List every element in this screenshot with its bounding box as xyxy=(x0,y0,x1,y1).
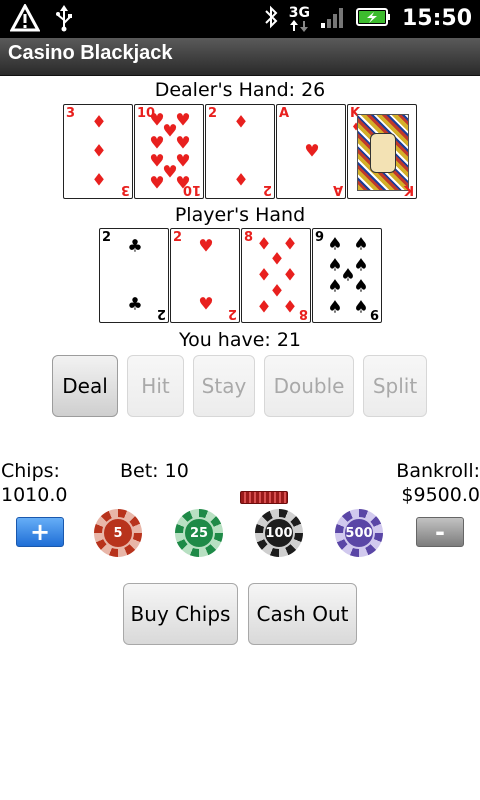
decrease-bet-button[interactable]: - xyxy=(416,517,464,547)
heart-icon: ♥ xyxy=(304,141,320,162)
buy-chips-button[interactable]: Buy Chips xyxy=(123,583,238,645)
signal-icon xyxy=(320,4,346,34)
warning-icon xyxy=(9,2,41,36)
spade-icon: ♠ xyxy=(327,234,343,255)
card-rank: K xyxy=(403,182,414,197)
spade-icon: ♠ xyxy=(353,255,369,276)
player-total: You have: 21 xyxy=(178,329,302,351)
chip-value: 100 xyxy=(263,517,295,549)
spade-icon: ♠ xyxy=(327,276,343,297)
diamond-icon: ♦ xyxy=(282,265,298,286)
king-face-image xyxy=(357,114,409,191)
hit-button[interactable]: Hit xyxy=(127,355,184,417)
diamond-icon: ♦ xyxy=(233,112,249,133)
chip-25[interactable]: 25 xyxy=(175,509,223,557)
diamond-icon: ♦ xyxy=(282,297,298,318)
diamond-icon: ♦ xyxy=(256,297,272,318)
data-3g-icon: 3G xyxy=(289,6,310,32)
diamond-icon: ♦ xyxy=(233,170,249,191)
player-card: 2 ♣ ♣ 2 xyxy=(99,228,169,323)
spade-icon: ♠ xyxy=(327,297,343,318)
card-rank: 9 xyxy=(315,230,325,245)
spade-icon: ♠ xyxy=(353,276,369,297)
player-card: 8 ♦ ♦ ♦ ♦ ♦ ♦ ♦ ♦ 8 xyxy=(241,228,311,323)
status-bar: 3G 15:50 xyxy=(0,0,480,38)
dealer-card: 2 ♦ ♦ 2 xyxy=(205,104,275,199)
dealer-card: A ♥ A xyxy=(276,104,346,199)
card-rank: 3 xyxy=(66,106,76,121)
status-right-icons: 3G 15:50 xyxy=(263,3,472,35)
dealer-cards: 3 ♦ ♦ ♦ 3 10 ♥ ♥ ♥ ♥ ♥ ♥ ♥ ♥ ♥ ♥ 10 2 ♦ … xyxy=(63,104,417,199)
clock: 15:50 xyxy=(401,6,472,31)
chip-100[interactable]: 100 xyxy=(255,509,303,557)
dealer-card: K ♦ K xyxy=(347,104,417,199)
card-rank: 2 xyxy=(227,306,237,321)
chips-label: Chips: xyxy=(1,460,60,482)
card-rank: 8 xyxy=(298,306,308,321)
chips-value: 1010.0 xyxy=(1,484,68,506)
chip-500[interactable]: 500 xyxy=(335,509,383,557)
bankroll-label: Bankroll: xyxy=(396,460,480,482)
player-card: 2 ♥ ♥ 2 xyxy=(170,228,240,323)
deal-button[interactable]: Deal xyxy=(52,355,118,417)
chip-value: 5 xyxy=(102,517,134,549)
card-rank: 2 xyxy=(156,306,166,321)
player-cards: 2 ♣ ♣ 2 2 ♥ ♥ 2 8 ♦ ♦ ♦ ♦ ♦ ♦ ♦ ♦ 8 9 ♠ … xyxy=(99,228,382,323)
heart-icon: ♥ xyxy=(149,173,165,194)
usb-icon xyxy=(54,4,74,36)
cash-out-button[interactable]: Cash Out xyxy=(248,583,357,645)
card-rank: 3 xyxy=(120,182,130,197)
stay-button[interactable]: Stay xyxy=(193,355,255,417)
card-rank: 2 xyxy=(173,230,183,245)
dealer-card: 3 ♦ ♦ ♦ 3 xyxy=(63,104,133,199)
battery-icon xyxy=(355,6,392,32)
bet-amount: Bet: 10 xyxy=(120,460,189,482)
dealer-hand-label: Dealer's Hand: 26 xyxy=(154,79,326,101)
bet-chip-stack-icon xyxy=(240,491,288,504)
card-rank: A xyxy=(332,182,343,197)
spade-icon: ♠ xyxy=(353,234,369,255)
heart-icon: ♥ xyxy=(175,133,191,154)
action-bar: Deal Hit Stay Double Split xyxy=(52,355,427,417)
split-button[interactable]: Split xyxy=(363,355,427,417)
double-button[interactable]: Double xyxy=(264,355,354,417)
card-rank: 2 xyxy=(208,106,218,121)
app-title: Casino Blackjack xyxy=(8,42,173,64)
diamond-icon: ♦ xyxy=(282,234,298,255)
card-rank: A xyxy=(279,106,290,121)
diamond-icon: ♦ xyxy=(91,141,107,162)
title-bar: Casino Blackjack xyxy=(0,38,480,76)
card-rank: 10 xyxy=(182,182,201,197)
club-icon: ♣ xyxy=(127,294,143,315)
heart-icon: ♥ xyxy=(149,133,165,154)
heart-icon: ♥ xyxy=(198,294,214,315)
heart-icon: ♥ xyxy=(198,236,214,257)
increase-bet-button[interactable]: + xyxy=(16,517,64,547)
chip-5[interactable]: 5 xyxy=(94,509,142,557)
card-rank: 2 xyxy=(262,182,272,197)
diamond-icon: ♦ xyxy=(91,112,107,133)
bluetooth-icon xyxy=(263,3,279,35)
card-rank: 9 xyxy=(369,306,379,321)
network-type: 3G xyxy=(288,5,310,21)
club-icon: ♣ xyxy=(127,236,143,257)
status-left-icons xyxy=(9,2,74,36)
dealer-card: 10 ♥ ♥ ♥ ♥ ♥ ♥ ♥ ♥ ♥ ♥ 10 xyxy=(134,104,204,199)
heart-icon: ♥ xyxy=(175,151,191,172)
spade-icon: ♠ xyxy=(353,297,369,318)
diamond-icon: ♦ xyxy=(91,170,107,191)
heart-icon: ♥ xyxy=(175,110,191,131)
player-card: 9 ♠ ♠ ♠ ♠ ♠ ♠ ♠ ♠ ♠ 9 xyxy=(312,228,382,323)
chip-value: 500 xyxy=(343,517,375,549)
card-rank: 8 xyxy=(244,230,254,245)
chip-value: 25 xyxy=(183,517,215,549)
player-hand-label: Player's Hand xyxy=(174,204,306,226)
bankroll-value: $9500.0 xyxy=(401,484,480,506)
card-rank: 2 xyxy=(102,230,112,245)
